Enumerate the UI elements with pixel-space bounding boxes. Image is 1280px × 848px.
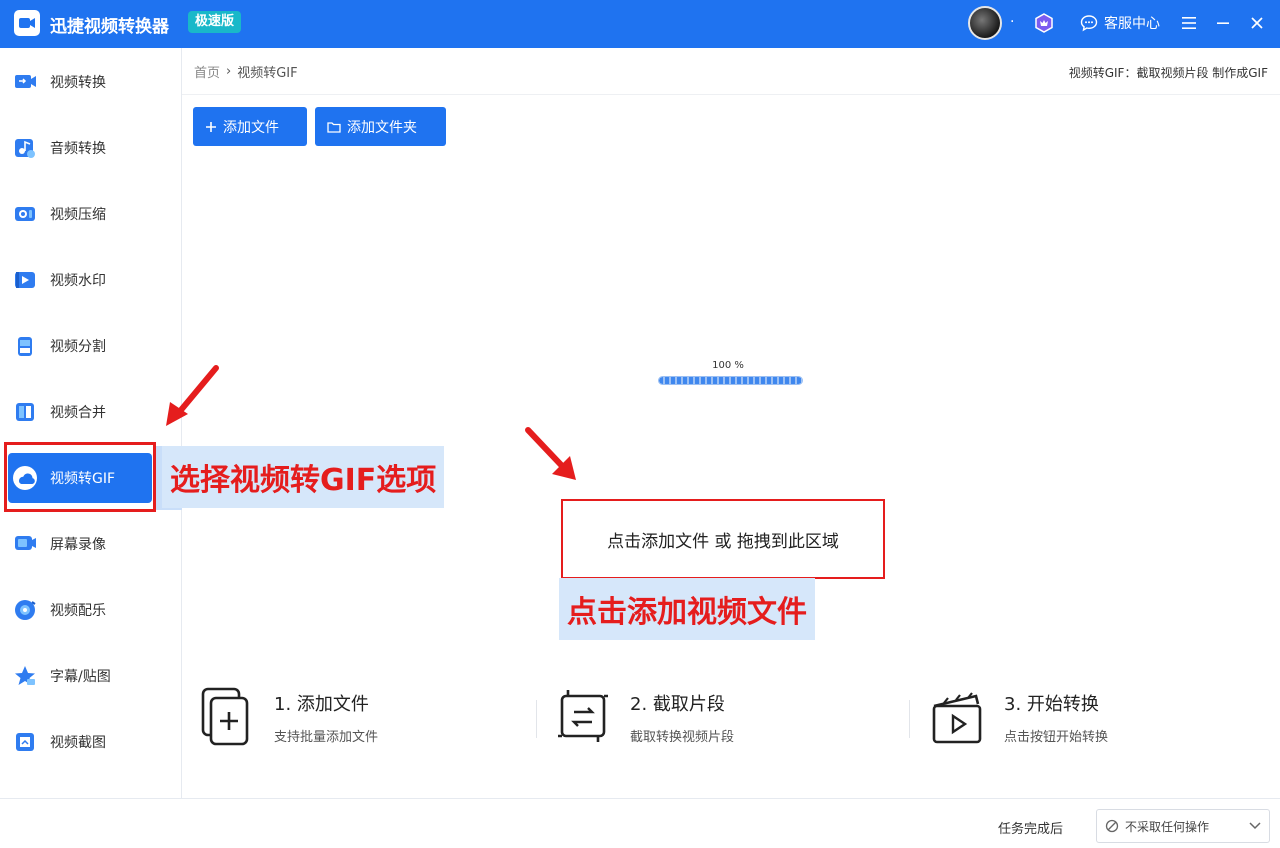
minimize-icon[interactable]	[1212, 12, 1234, 34]
add-file-icon	[201, 687, 249, 746]
audio-convert-icon	[12, 135, 38, 161]
drop-zone-text: 点击添加文件 或 拖拽到此区域	[607, 531, 839, 552]
no-action-icon	[1105, 819, 1119, 833]
video-convert-icon	[12, 69, 38, 95]
add-folder-button-label: 添加文件夹	[347, 119, 417, 136]
breadcrumb: 首页 › 视频转GIF	[194, 62, 298, 81]
sidebar-item-subtitle-sticker[interactable]: 字幕/贴图	[8, 651, 174, 701]
after-task-label: 任务完成后	[998, 822, 1064, 837]
chevron-down-icon	[1249, 822, 1261, 830]
step-description: 点击按钮开始转换	[1004, 730, 1109, 745]
sidebar-item-label: 视频截图	[50, 735, 106, 751]
step-description: 支持批量添加文件	[274, 730, 379, 745]
annotation-arrow-to-sidebar	[166, 365, 219, 426]
sidebar-item-label: 音频转换	[50, 141, 106, 157]
breadcrumb-current: 视频转GIF	[237, 66, 298, 81]
sidebar-item-label: 视频分割	[50, 339, 106, 355]
sidebar-item-video-split[interactable]: 视频分割	[8, 321, 174, 371]
header-divider	[182, 94, 1280, 95]
sidebar-item-video-convert[interactable]: 视频转换	[8, 57, 174, 107]
step-title: 1. 添加文件	[274, 694, 369, 715]
after-task-select-value: 不采取任何操作	[1125, 819, 1210, 834]
annotation-highlight-box	[4, 442, 156, 512]
customer-service-label: 客服中心	[1104, 16, 1160, 32]
sidebar-item-label: 视频转换	[50, 75, 106, 91]
subtitle-sticker-icon	[12, 663, 38, 689]
app-title: 迅捷视频转换器	[50, 17, 169, 37]
sidebar-item-video-merge[interactable]: 视频合并	[8, 387, 174, 437]
video-split-icon	[12, 333, 38, 359]
clapperboard-icon	[932, 692, 982, 744]
video-watermark-icon	[12, 267, 38, 293]
video-music-icon	[12, 597, 38, 623]
settings-menu-icon[interactable]	[1178, 12, 1200, 34]
edition-badge: 极速版	[188, 11, 242, 33]
breadcrumb-separator: ›	[226, 64, 232, 79]
customer-service-button[interactable]: 客服中心	[1080, 12, 1160, 34]
video-screenshot-icon	[12, 729, 38, 755]
sidebar-item-video-watermark[interactable]: 视频水印	[8, 255, 174, 305]
step-title: 3. 开始转换	[1004, 694, 1099, 715]
sidebar-item-label: 视频水印	[50, 273, 106, 289]
annotation-click-add: 点击添加视频文件	[559, 578, 815, 640]
sidebar-item-video-screenshot[interactable]: 视频截图	[8, 717, 174, 767]
progress-label: 100 %	[712, 360, 744, 371]
step-divider	[536, 700, 537, 738]
video-compress-icon	[12, 201, 38, 227]
avatar-dropdown-indicator[interactable]: ·	[1010, 14, 1014, 30]
progress-fill	[659, 377, 802, 384]
drop-zone[interactable]: 点击添加文件 或 拖拽到此区域	[561, 499, 885, 579]
step-divider	[909, 700, 910, 738]
sidebar-item-video-music[interactable]: 视频配乐	[8, 585, 174, 635]
add-file-button[interactable]: 添加文件	[193, 107, 307, 146]
folder-icon	[327, 121, 341, 133]
step-add-file: 1. 添加文件 支持批量添加文件	[200, 684, 378, 764]
sidebar-item-label: 视频配乐	[50, 603, 106, 619]
screen-record-icon	[12, 531, 38, 557]
step-start-convert: 3. 开始转换 点击按钮开始转换	[930, 684, 1108, 764]
feature-hint: 视频转GIF：截取视频片段 制作成GIF	[1068, 66, 1268, 80]
sidebar-item-screen-record[interactable]: 屏幕录像	[8, 519, 174, 569]
sidebar-item-label: 视频压缩	[50, 207, 106, 223]
video-merge-icon	[12, 399, 38, 425]
sidebar-item-label: 视频合并	[50, 405, 106, 421]
add-folder-button[interactable]: 添加文件夹	[315, 107, 446, 146]
sidebar-item-audio-convert[interactable]: 音频转换	[8, 123, 174, 173]
avatar[interactable]	[968, 6, 1002, 40]
vip-crown-icon[interactable]	[1033, 12, 1055, 34]
annotation-arrow-to-dropzone	[525, 427, 576, 480]
close-icon[interactable]	[1246, 12, 1268, 34]
footer-bar	[0, 798, 1280, 848]
clip-segment-icon	[558, 690, 608, 742]
progress-bar	[658, 376, 803, 385]
step-clip-segment: 2. 截取片段 截取转换视频片段	[556, 684, 734, 764]
title-bar: 迅捷视频转换器 极速版 · 客服中心	[0, 0, 1280, 48]
chat-bubble-icon	[1080, 15, 1098, 32]
app-logo-icon	[14, 10, 40, 36]
step-title: 2. 截取片段	[630, 694, 725, 715]
plus-icon	[206, 121, 216, 132]
sidebar-item-video-compress[interactable]: 视频压缩	[8, 189, 174, 239]
after-task-select[interactable]: 不采取任何操作	[1096, 809, 1270, 843]
annotation-select-gif: 选择视频转GIF选项	[162, 446, 445, 508]
add-file-button-label: 添加文件	[223, 119, 279, 136]
step-description: 截取转换视频片段	[630, 730, 735, 745]
sidebar-item-label: 字幕/贴图	[50, 669, 111, 685]
breadcrumb-home[interactable]: 首页	[194, 62, 220, 81]
sidebar-item-label: 屏幕录像	[50, 537, 106, 553]
